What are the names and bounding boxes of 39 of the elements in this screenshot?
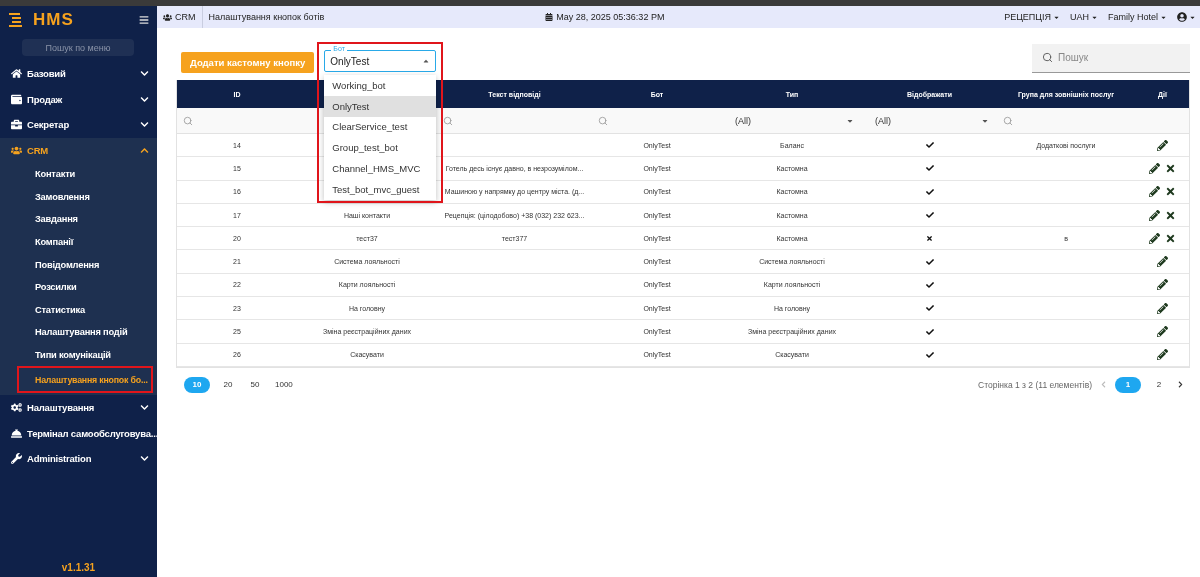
- dropdown-option[interactable]: Channel_HMS_MVC: [324, 158, 437, 179]
- page-size-option[interactable]: 50: [246, 376, 264, 393]
- date-time: May 28, 2025 05:36:32 PM: [545, 12, 665, 22]
- sidebar-item[interactable]: Налаштування: [0, 394, 157, 421]
- version-label: v1.1.31: [60, 562, 97, 575]
- dropdown-option[interactable]: Group_test_bot: [324, 137, 437, 159]
- dropdown-option[interactable]: ClearService_test: [324, 116, 437, 138]
- page-number[interactable]: 2: [1150, 376, 1168, 393]
- page-summary: Сторінка 1 з 2 (11 елементів): [978, 379, 1092, 390]
- sidebar-subitem[interactable]: Розсилки: [0, 275, 157, 299]
- menu-search-field[interactable]: Пошук по меню: [22, 39, 134, 56]
- sidebar-subitem[interactable]: Статистика: [0, 298, 157, 322]
- sidebar-subitem[interactable]: Типи комунікацій: [0, 343, 157, 367]
- header-menu[interactable]: Family Hotel: [1108, 12, 1167, 22]
- sidebar-item[interactable]: Термінал самообслуговува...: [0, 420, 157, 446]
- sidebar-subitem[interactable]: Завдання: [0, 208, 157, 231]
- dropdown-option[interactable]: Working_bot: [324, 75, 437, 96]
- sidebar-subitem[interactable]: Налаштування подій: [0, 321, 157, 344]
- sidebar-subitem[interactable]: Контакти: [0, 163, 157, 186]
- dropdown-option[interactable]: OnlyTest: [324, 95, 437, 117]
- header-menu[interactable]: РЕЦЕПЦІЯ: [1004, 12, 1060, 22]
- sidebar-item[interactable]: Administration: [0, 445, 157, 472]
- sidebar-item[interactable]: CRM: [0, 137, 157, 163]
- breadcrumb-link[interactable]: CRM: [157, 6, 203, 28]
- breadcrumb-link[interactable]: Налаштування кнопок ботів: [202, 6, 331, 28]
- page-size-option[interactable]: 20: [219, 376, 237, 393]
- filter-select[interactable]: (All): [862, 115, 997, 126]
- sidebar-subitem[interactable]: Замовлення: [0, 185, 157, 209]
- sidebar-item[interactable]: Секретар: [0, 112, 157, 138]
- sidebar-subitem[interactable]: Налаштування кнопок бо...: [17, 366, 153, 393]
- sidebar-item[interactable]: Продаж: [0, 86, 157, 112]
- filter-select[interactable]: (All): [722, 115, 862, 126]
- page-size-option[interactable]: 1000: [273, 376, 295, 393]
- sidebar-subitem[interactable]: Повідомлення: [0, 253, 157, 276]
- sidebar-item[interactable]: Базовий: [0, 61, 157, 87]
- logo-text: HMS: [33, 10, 75, 30]
- dropdown-option[interactable]: Test_bot_mvc_guest: [324, 179, 437, 200]
- header-menu[interactable]: UAH: [1069, 12, 1098, 22]
- sidebar-subitem[interactable]: Компанії: [0, 230, 157, 254]
